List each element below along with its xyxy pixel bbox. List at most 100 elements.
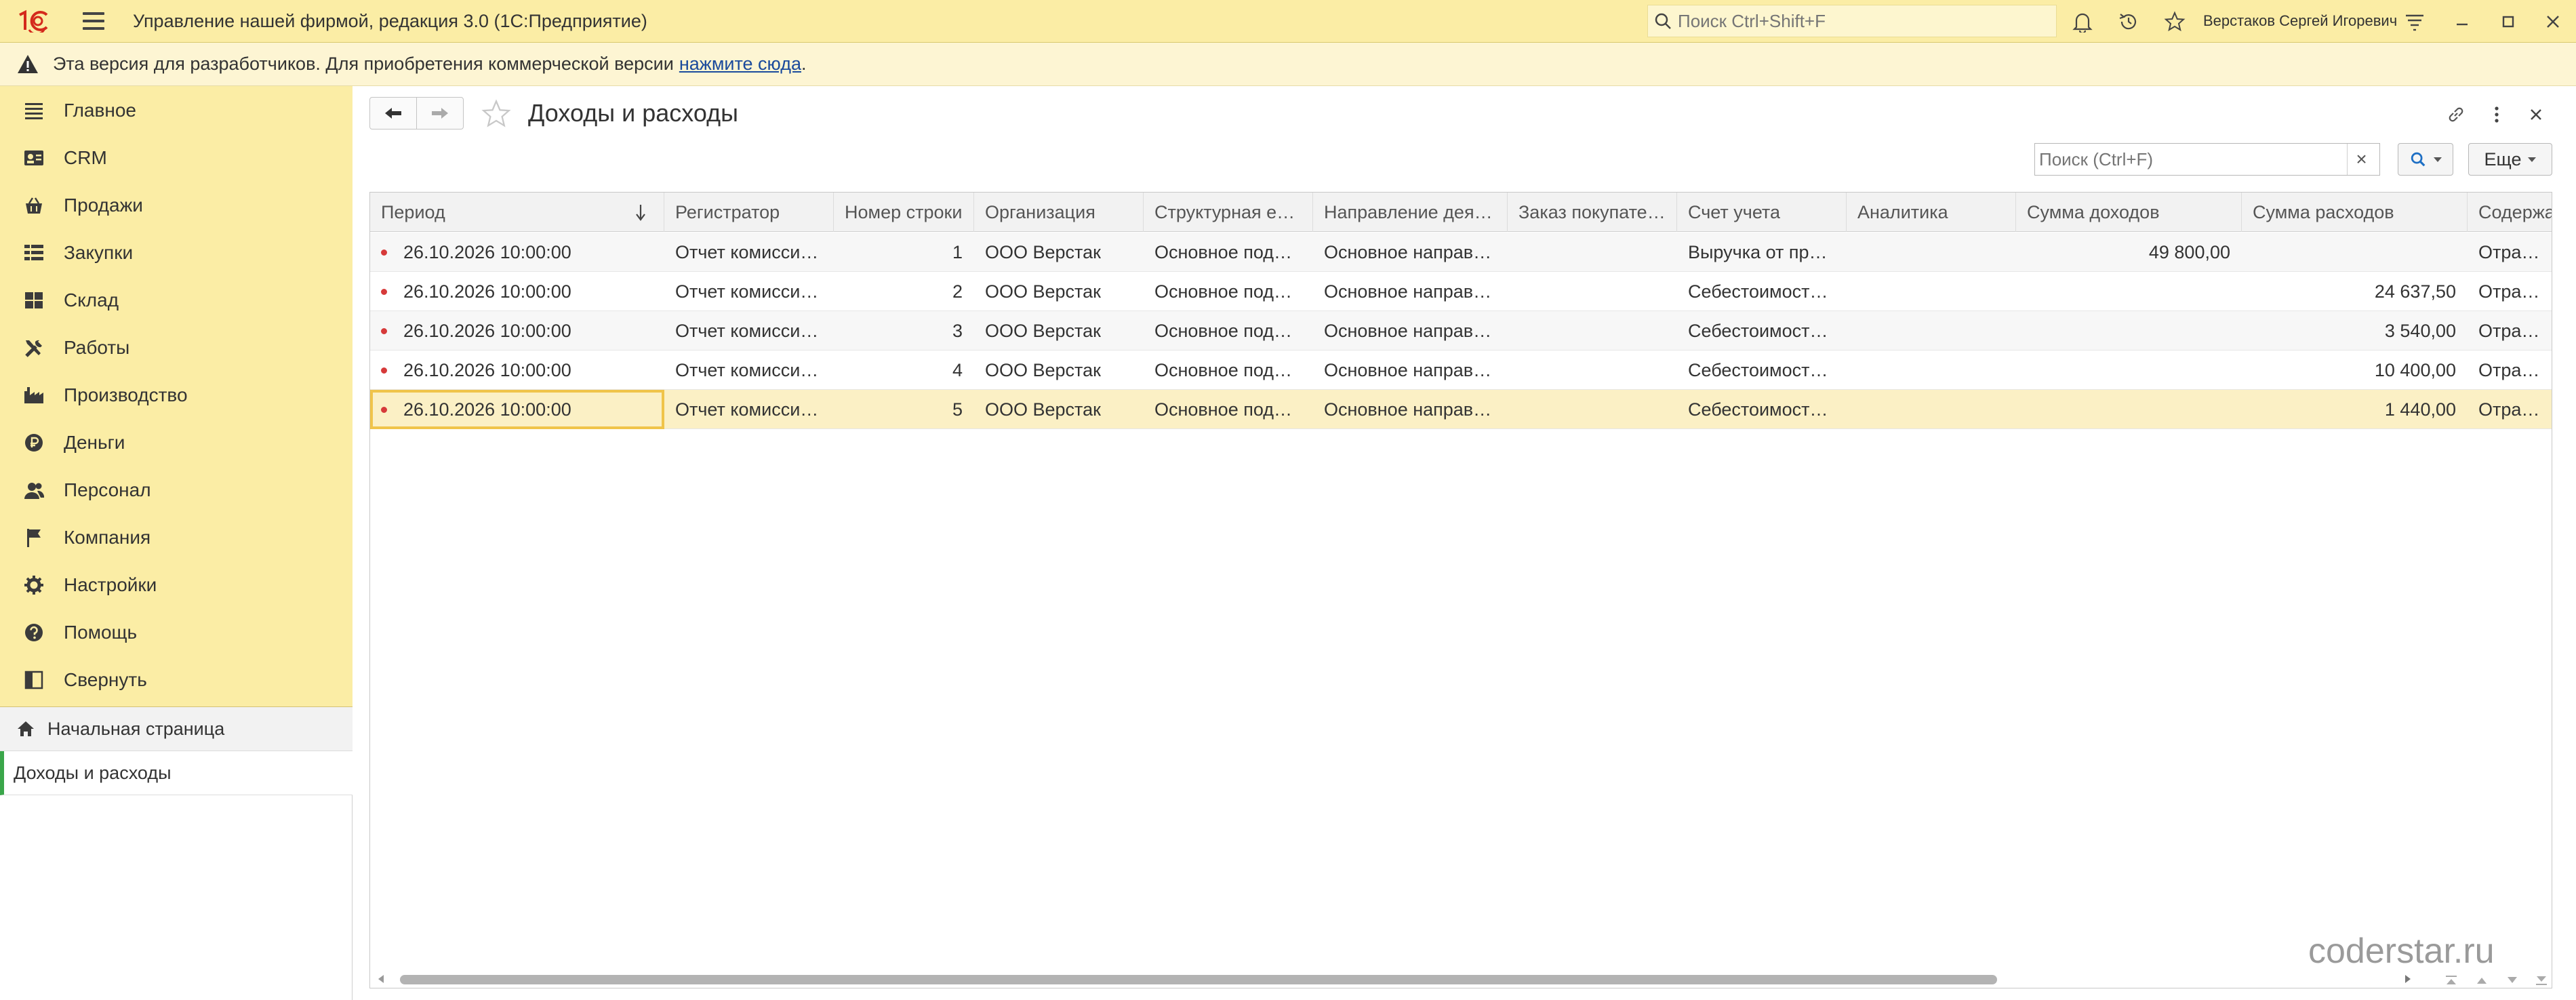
cell-org[interactable]: ООО Верстак bbox=[974, 272, 1144, 311]
scroll-down-icon[interactable] bbox=[2499, 972, 2526, 988]
cell-expense[interactable]: 24 637,50 bbox=[2242, 272, 2468, 311]
cell-account[interactable]: Выручка от пр… bbox=[1677, 233, 1847, 272]
scroll-to-bottom-icon[interactable] bbox=[2528, 972, 2552, 988]
section-settings[interactable]: Настройки bbox=[0, 561, 353, 609]
cell-content[interactable]: Отражен bbox=[2468, 311, 2552, 351]
cell-unit[interactable]: Основное под… bbox=[1144, 311, 1313, 351]
cell-direction[interactable]: Основное направ… bbox=[1313, 351, 1508, 390]
cell-order[interactable] bbox=[1508, 233, 1677, 272]
form-close-icon[interactable] bbox=[2521, 100, 2551, 129]
cell-income[interactable] bbox=[2016, 390, 2242, 429]
cell-order[interactable] bbox=[1508, 272, 1677, 311]
column-header-line-number[interactable]: Номер строки bbox=[834, 193, 974, 232]
table-row[interactable]: 26.10.2026 10:00:00 Отчет комисси… 5 ООО Ве… bbox=[370, 390, 2552, 429]
forward-button[interactable] bbox=[416, 97, 464, 129]
section-main[interactable]: Главное bbox=[0, 87, 353, 134]
cell-registrar[interactable]: Отчет комисси… bbox=[664, 351, 834, 390]
column-header-income[interactable]: Сумма доходов bbox=[2016, 193, 2242, 232]
cell-content[interactable]: Отражен bbox=[2468, 351, 2552, 390]
cell-registrar[interactable]: Отчет комисси… bbox=[664, 311, 834, 351]
cell-analytics[interactable] bbox=[1847, 390, 2016, 429]
back-button[interactable] bbox=[369, 97, 417, 129]
cell-account[interactable]: Себестоимост… bbox=[1677, 311, 1847, 351]
cell-account[interactable]: Себестоимост… bbox=[1677, 390, 1847, 429]
cell-analytics[interactable] bbox=[1847, 351, 2016, 390]
link-icon[interactable] bbox=[2441, 100, 2471, 129]
scroll-up-icon[interactable] bbox=[2468, 972, 2495, 988]
search-clear-button[interactable]: × bbox=[2347, 144, 2375, 175]
section-personnel[interactable]: Персонал bbox=[0, 466, 353, 514]
table-row[interactable]: 26.10.2026 10:00:00 Отчет комисси… 1 ООО Ве… bbox=[370, 233, 2552, 272]
cell-analytics[interactable] bbox=[1847, 311, 2016, 351]
section-company[interactable]: Компания bbox=[0, 514, 353, 561]
cell-line[interactable]: 2 bbox=[834, 272, 974, 311]
add-to-favorites-star-icon[interactable] bbox=[479, 97, 513, 131]
minimize-icon[interactable] bbox=[2447, 7, 2477, 37]
scroll-to-top-icon[interactable] bbox=[2438, 972, 2465, 988]
cell-account[interactable]: Себестоимост… bbox=[1677, 272, 1847, 311]
cell-line[interactable]: 3 bbox=[834, 311, 974, 351]
cell-period[interactable]: 26.10.2026 10:00:00 bbox=[370, 390, 664, 429]
column-header-structural-unit[interactable]: Структурная е… bbox=[1144, 193, 1313, 232]
buy-link[interactable]: нажмите сюда bbox=[679, 54, 801, 75]
table-row[interactable]: 26.10.2026 10:00:00 Отчет комисси… 3 ООО Ве… bbox=[370, 311, 2552, 351]
cell-period[interactable]: 26.10.2026 10:00:00 bbox=[370, 351, 664, 390]
1c-logo-icon[interactable] bbox=[15, 7, 62, 35]
cell-order[interactable] bbox=[1508, 351, 1677, 390]
cell-org[interactable]: ООО Верстак bbox=[974, 311, 1144, 351]
section-sales[interactable]: Продажи bbox=[0, 182, 353, 229]
open-window-income-expense[interactable]: Доходы и расходы bbox=[0, 751, 353, 795]
cell-direction[interactable]: Основное направ… bbox=[1313, 233, 1508, 272]
column-header-organization[interactable]: Организация bbox=[974, 193, 1144, 232]
cell-income[interactable] bbox=[2016, 351, 2242, 390]
cell-direction[interactable]: Основное направ… bbox=[1313, 311, 1508, 351]
cell-unit[interactable]: Основное под… bbox=[1144, 390, 1313, 429]
cell-analytics[interactable] bbox=[1847, 272, 2016, 311]
cell-order[interactable] bbox=[1508, 311, 1677, 351]
section-crm[interactable]: CRM bbox=[0, 134, 353, 182]
cell-expense[interactable]: 3 540,00 bbox=[2242, 311, 2468, 351]
cell-registrar[interactable]: Отчет комисси… bbox=[664, 272, 834, 311]
cell-expense[interactable] bbox=[2242, 233, 2468, 272]
table-row[interactable]: 26.10.2026 10:00:00 Отчет комисси… 4 ООО Ве… bbox=[370, 351, 2552, 390]
cell-content[interactable]: Отражен bbox=[2468, 233, 2552, 272]
column-header-registrar[interactable]: Регистратор bbox=[664, 193, 834, 232]
cell-org[interactable]: ООО Верстак bbox=[974, 351, 1144, 390]
open-window-home[interactable]: Начальная страница bbox=[0, 707, 353, 751]
scrollbar-thumb[interactable] bbox=[400, 975, 1997, 984]
cell-analytics[interactable] bbox=[1847, 233, 2016, 272]
cell-registrar[interactable]: Отчет комисси… bbox=[664, 233, 834, 272]
cell-order[interactable] bbox=[1508, 390, 1677, 429]
column-header-direction[interactable]: Направление дея… bbox=[1313, 193, 1508, 232]
main-menu-icon[interactable] bbox=[83, 7, 110, 35]
section-money[interactable]: Деньги bbox=[0, 419, 353, 466]
cell-account[interactable]: Себестоимост… bbox=[1677, 351, 1847, 390]
cell-content[interactable]: Отражен bbox=[2468, 390, 2552, 429]
cell-direction[interactable]: Основное направ… bbox=[1313, 390, 1508, 429]
cell-income[interactable]: 49 800,00 bbox=[2016, 233, 2242, 272]
section-collapse[interactable]: Свернуть bbox=[0, 656, 353, 704]
cell-line[interactable]: 4 bbox=[834, 351, 974, 390]
cell-org[interactable]: ООО Верстак bbox=[974, 233, 1144, 272]
cell-org[interactable]: ООО Верстак bbox=[974, 390, 1144, 429]
column-header-period[interactable]: Период bbox=[370, 193, 664, 232]
cell-income[interactable] bbox=[2016, 311, 2242, 351]
cell-registrar[interactable]: Отчет комисси… bbox=[664, 390, 834, 429]
cell-line[interactable]: 1 bbox=[834, 233, 974, 272]
favorites-star-icon[interactable] bbox=[2160, 7, 2190, 37]
scroll-right-icon[interactable] bbox=[2405, 975, 2411, 983]
section-production[interactable]: Производство bbox=[0, 372, 353, 419]
cell-period[interactable]: 26.10.2026 10:00:00 bbox=[370, 311, 664, 351]
column-header-analytics[interactable]: Аналитика bbox=[1847, 193, 2016, 232]
search-options-button[interactable] bbox=[2398, 143, 2453, 176]
cell-unit[interactable]: Основное под… bbox=[1144, 272, 1313, 311]
global-search-input[interactable] bbox=[1678, 10, 2044, 32]
section-help[interactable]: Помощь bbox=[0, 609, 353, 656]
scroll-left-icon[interactable] bbox=[378, 975, 384, 983]
column-header-customer-order[interactable]: Заказ покупате… bbox=[1508, 193, 1677, 232]
cell-unit[interactable]: Основное под… bbox=[1144, 351, 1313, 390]
cell-expense[interactable]: 1 440,00 bbox=[2242, 390, 2468, 429]
table-row[interactable]: 26.10.2026 10:00:00 Отчет комисси… 2 ООО Ве… bbox=[370, 272, 2552, 311]
section-purchases[interactable]: Закупки bbox=[0, 229, 353, 277]
user-name[interactable]: Верстаков Сергей Игоревич bbox=[2203, 12, 2397, 30]
